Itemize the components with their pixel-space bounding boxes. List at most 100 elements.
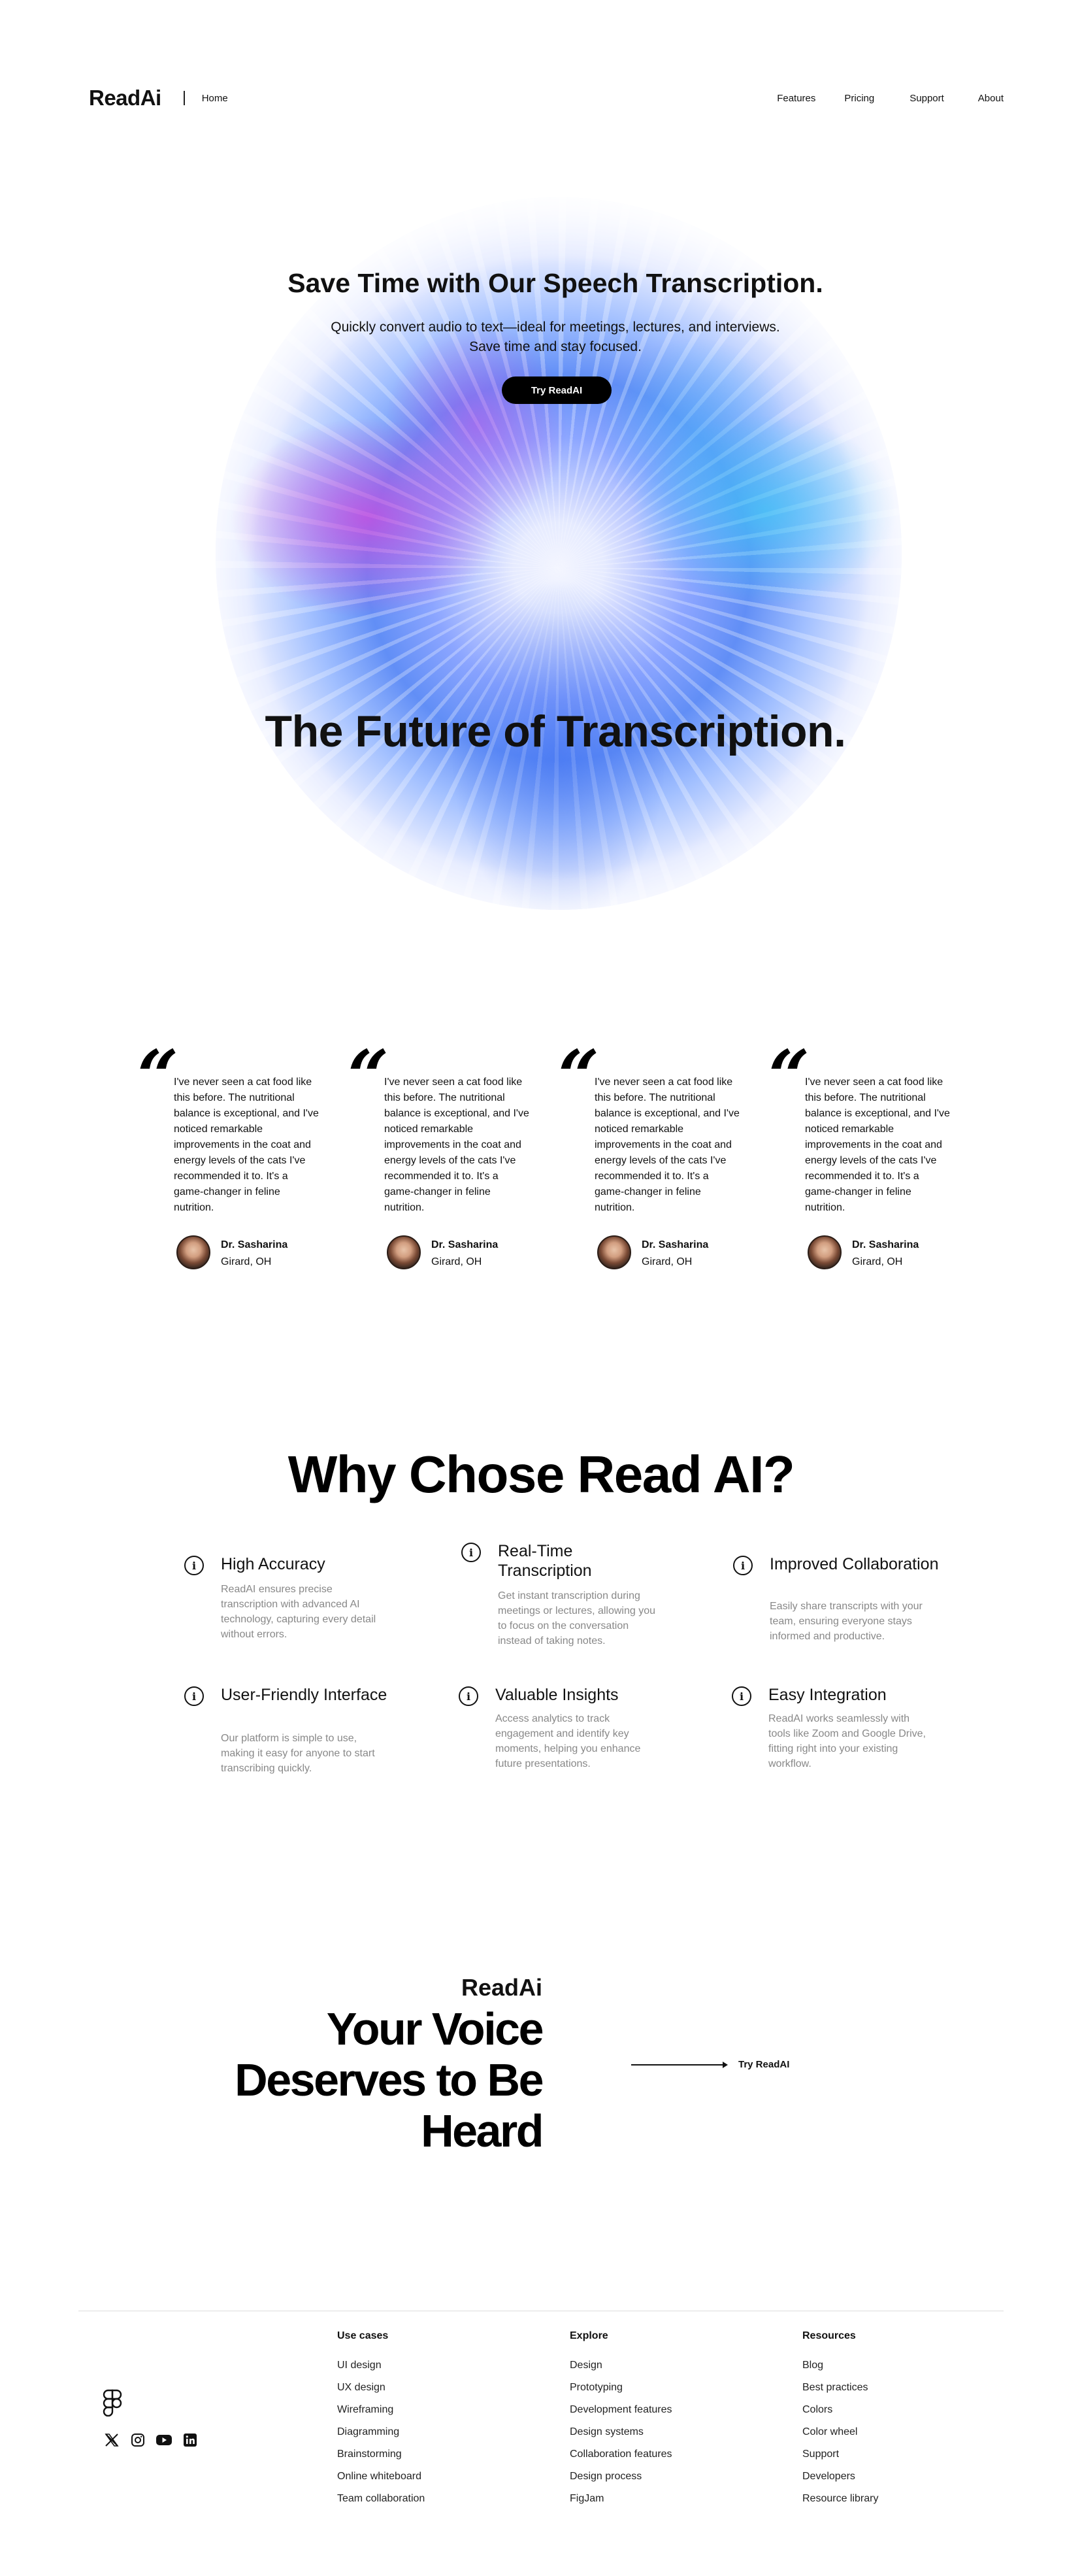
cta-heading-line3: Heard: [421, 2105, 544, 2156]
footer-link[interactable]: Team collaboration: [337, 2493, 546, 2515]
testimonial-card: “ I've never seen a cat food like this b…: [558, 1041, 754, 1281]
testimonial-text: I've never seen a cat food like this bef…: [595, 1077, 740, 1213]
info-icon: i: [461, 1543, 481, 1562]
nav-link-about[interactable]: About: [978, 93, 1004, 104]
hero-big-heading: The Future of Transcription.: [265, 707, 846, 756]
feature-title: Easy Integration: [768, 1686, 887, 1704]
footer-link[interactable]: Online whiteboard: [337, 2471, 546, 2493]
feature-desc: Access analytics to track engagement and…: [495, 1713, 641, 1769]
footer-link[interactable]: Developers: [802, 2471, 1011, 2493]
footer-link[interactable]: Development features: [570, 2404, 779, 2426]
youtube-icon[interactable]: [156, 2432, 172, 2449]
footer-link[interactable]: Design systems: [570, 2426, 779, 2449]
quote-icon: “: [137, 1034, 179, 1118]
hero-section: Save Time with Our Speech Transcription.…: [209, 190, 902, 915]
cta-try-readai-link[interactable]: Try ReadAI: [631, 2059, 789, 2070]
footer-link[interactable]: Prototyping: [570, 2382, 779, 2404]
feature-desc: ReadAI ensures precise transcription wit…: [221, 1584, 376, 1640]
logo[interactable]: ReadAi: [89, 86, 161, 110]
footer-link[interactable]: Blog: [802, 2360, 1011, 2382]
footer-column-use-cases: Use cases UI design UX design Wireframin…: [337, 2330, 546, 2515]
avatar: [808, 1235, 842, 1269]
footer-link[interactable]: FigJam: [570, 2493, 779, 2515]
footer-link[interactable]: Best practices: [802, 2382, 1011, 2404]
feature-title: Valuable Insights: [495, 1686, 619, 1704]
footer-column-title: Resources: [802, 2330, 856, 2341]
cta-heading-line2: Deserves to Be: [235, 2054, 544, 2105]
info-icon: i: [184, 1686, 204, 1706]
info-icon: i: [459, 1686, 478, 1706]
info-icon: i: [733, 1556, 753, 1575]
hero-subtitle-line2: Save time and stay focused.: [469, 339, 642, 354]
testimonial-card: “ I've never seen a cat food like this b…: [768, 1041, 964, 1281]
x-icon[interactable]: [103, 2432, 120, 2449]
footer-link[interactable]: UI design: [337, 2360, 546, 2382]
footer-link[interactable]: Design: [570, 2360, 779, 2382]
cta-link-label: Try ReadAI: [738, 2059, 790, 2070]
feature-title: High Accuracy: [221, 1555, 325, 1573]
testimonial-name: Dr. Sasharina: [221, 1239, 288, 1250]
linkedin-icon[interactable]: [182, 2432, 199, 2449]
feature-title: Real-Time Transcription: [498, 1542, 592, 1580]
nav-divider: [183, 91, 185, 105]
try-readai-button[interactable]: Try ReadAI: [502, 376, 612, 404]
footer-link[interactable]: Design process: [570, 2471, 779, 2493]
footer-column-title: Use cases: [337, 2330, 389, 2341]
instagram-icon[interactable]: [129, 2432, 146, 2449]
hero-subtitle: Quickly convert audio to text—ideal for …: [209, 318, 902, 357]
testimonial-card: “ I've never seen a cat food like this b…: [348, 1041, 544, 1281]
footer-link[interactable]: Brainstorming: [337, 2449, 546, 2471]
arrow-right-icon: [631, 2061, 728, 2068]
footer-link[interactable]: Color wheel: [802, 2426, 1011, 2449]
quote-icon: “: [558, 1034, 600, 1118]
feature-desc: Our platform is simple to use, making it…: [221, 1733, 375, 1774]
footer-column-explore: Explore Design Prototyping Development f…: [570, 2330, 779, 2515]
hero-orb-image: [216, 197, 902, 910]
testimonial-location: Girard, OH: [221, 1256, 272, 1267]
footer-link[interactable]: Diagramming: [337, 2426, 546, 2449]
avatar: [387, 1235, 421, 1269]
feature-desc: Get instant transcription during meeting…: [498, 1590, 656, 1647]
nav-link-pricing[interactable]: Pricing: [844, 93, 874, 104]
testimonial-text: I've never seen a cat food like this bef…: [805, 1077, 950, 1213]
hero-title: Save Time with Our Speech Transcription.: [287, 268, 823, 298]
footer-link[interactable]: Resource library: [802, 2493, 1011, 2515]
feature-title: Improved Collaboration: [770, 1555, 939, 1573]
footer-link[interactable]: UX design: [337, 2382, 546, 2404]
testimonial-location: Girard, OH: [642, 1256, 693, 1267]
footer-link[interactable]: Wireframing: [337, 2404, 546, 2426]
footer-link[interactable]: Support: [802, 2449, 1011, 2471]
cta-brand: ReadAi: [461, 1974, 542, 2001]
nav-link-support[interactable]: Support: [910, 93, 944, 104]
footer-link[interactable]: Collaboration features: [570, 2449, 779, 2471]
avatar: [176, 1235, 210, 1269]
testimonial-location: Girard, OH: [431, 1256, 482, 1267]
why-title: Why Chose Read AI?: [287, 1445, 795, 1503]
info-icon: i: [184, 1556, 204, 1575]
testimonial-name: Dr. Sasharina: [642, 1239, 709, 1250]
nav-home-link[interactable]: Home: [202, 93, 228, 104]
nav-links: Features Pricing Support About: [777, 85, 1004, 111]
hero-subtitle-line1: Quickly convert audio to text—ideal for …: [331, 320, 780, 335]
social-links: [103, 2432, 199, 2449]
cta-heading: Your Voice Deserves to Be Heard: [196, 2003, 544, 2156]
top-nav: ReadAi Home Features Pricing Support Abo…: [89, 85, 1004, 111]
testimonial-text: I've never seen a cat food like this bef…: [384, 1077, 529, 1213]
figma-icon[interactable]: [103, 2389, 122, 2417]
footer-link[interactable]: Colors: [802, 2404, 1011, 2426]
feature-desc: Easily share transcripts with your team,…: [770, 1601, 923, 1642]
quote-icon: “: [348, 1034, 389, 1118]
avatar: [597, 1235, 631, 1269]
nav-link-features[interactable]: Features: [777, 93, 815, 104]
info-icon: i: [732, 1686, 751, 1706]
testimonial-name: Dr. Sasharina: [852, 1239, 919, 1250]
feature-title: User-Friendly Interface: [221, 1686, 387, 1704]
cta-heading-line1: Your Voice: [326, 2003, 544, 2054]
testimonial-card: “ I've never seen a cat food like this b…: [137, 1041, 333, 1281]
footer-column-title: Explore: [570, 2330, 608, 2341]
quote-icon: “: [768, 1034, 810, 1118]
testimonial-location: Girard, OH: [852, 1256, 903, 1267]
footer-column-resources: Resources Blog Best practices Colors Col…: [802, 2330, 1011, 2515]
testimonials-section: “ I've never seen a cat food like this b…: [137, 1041, 954, 1281]
feature-desc: ReadAI works seamlessly with tools like …: [768, 1713, 926, 1769]
